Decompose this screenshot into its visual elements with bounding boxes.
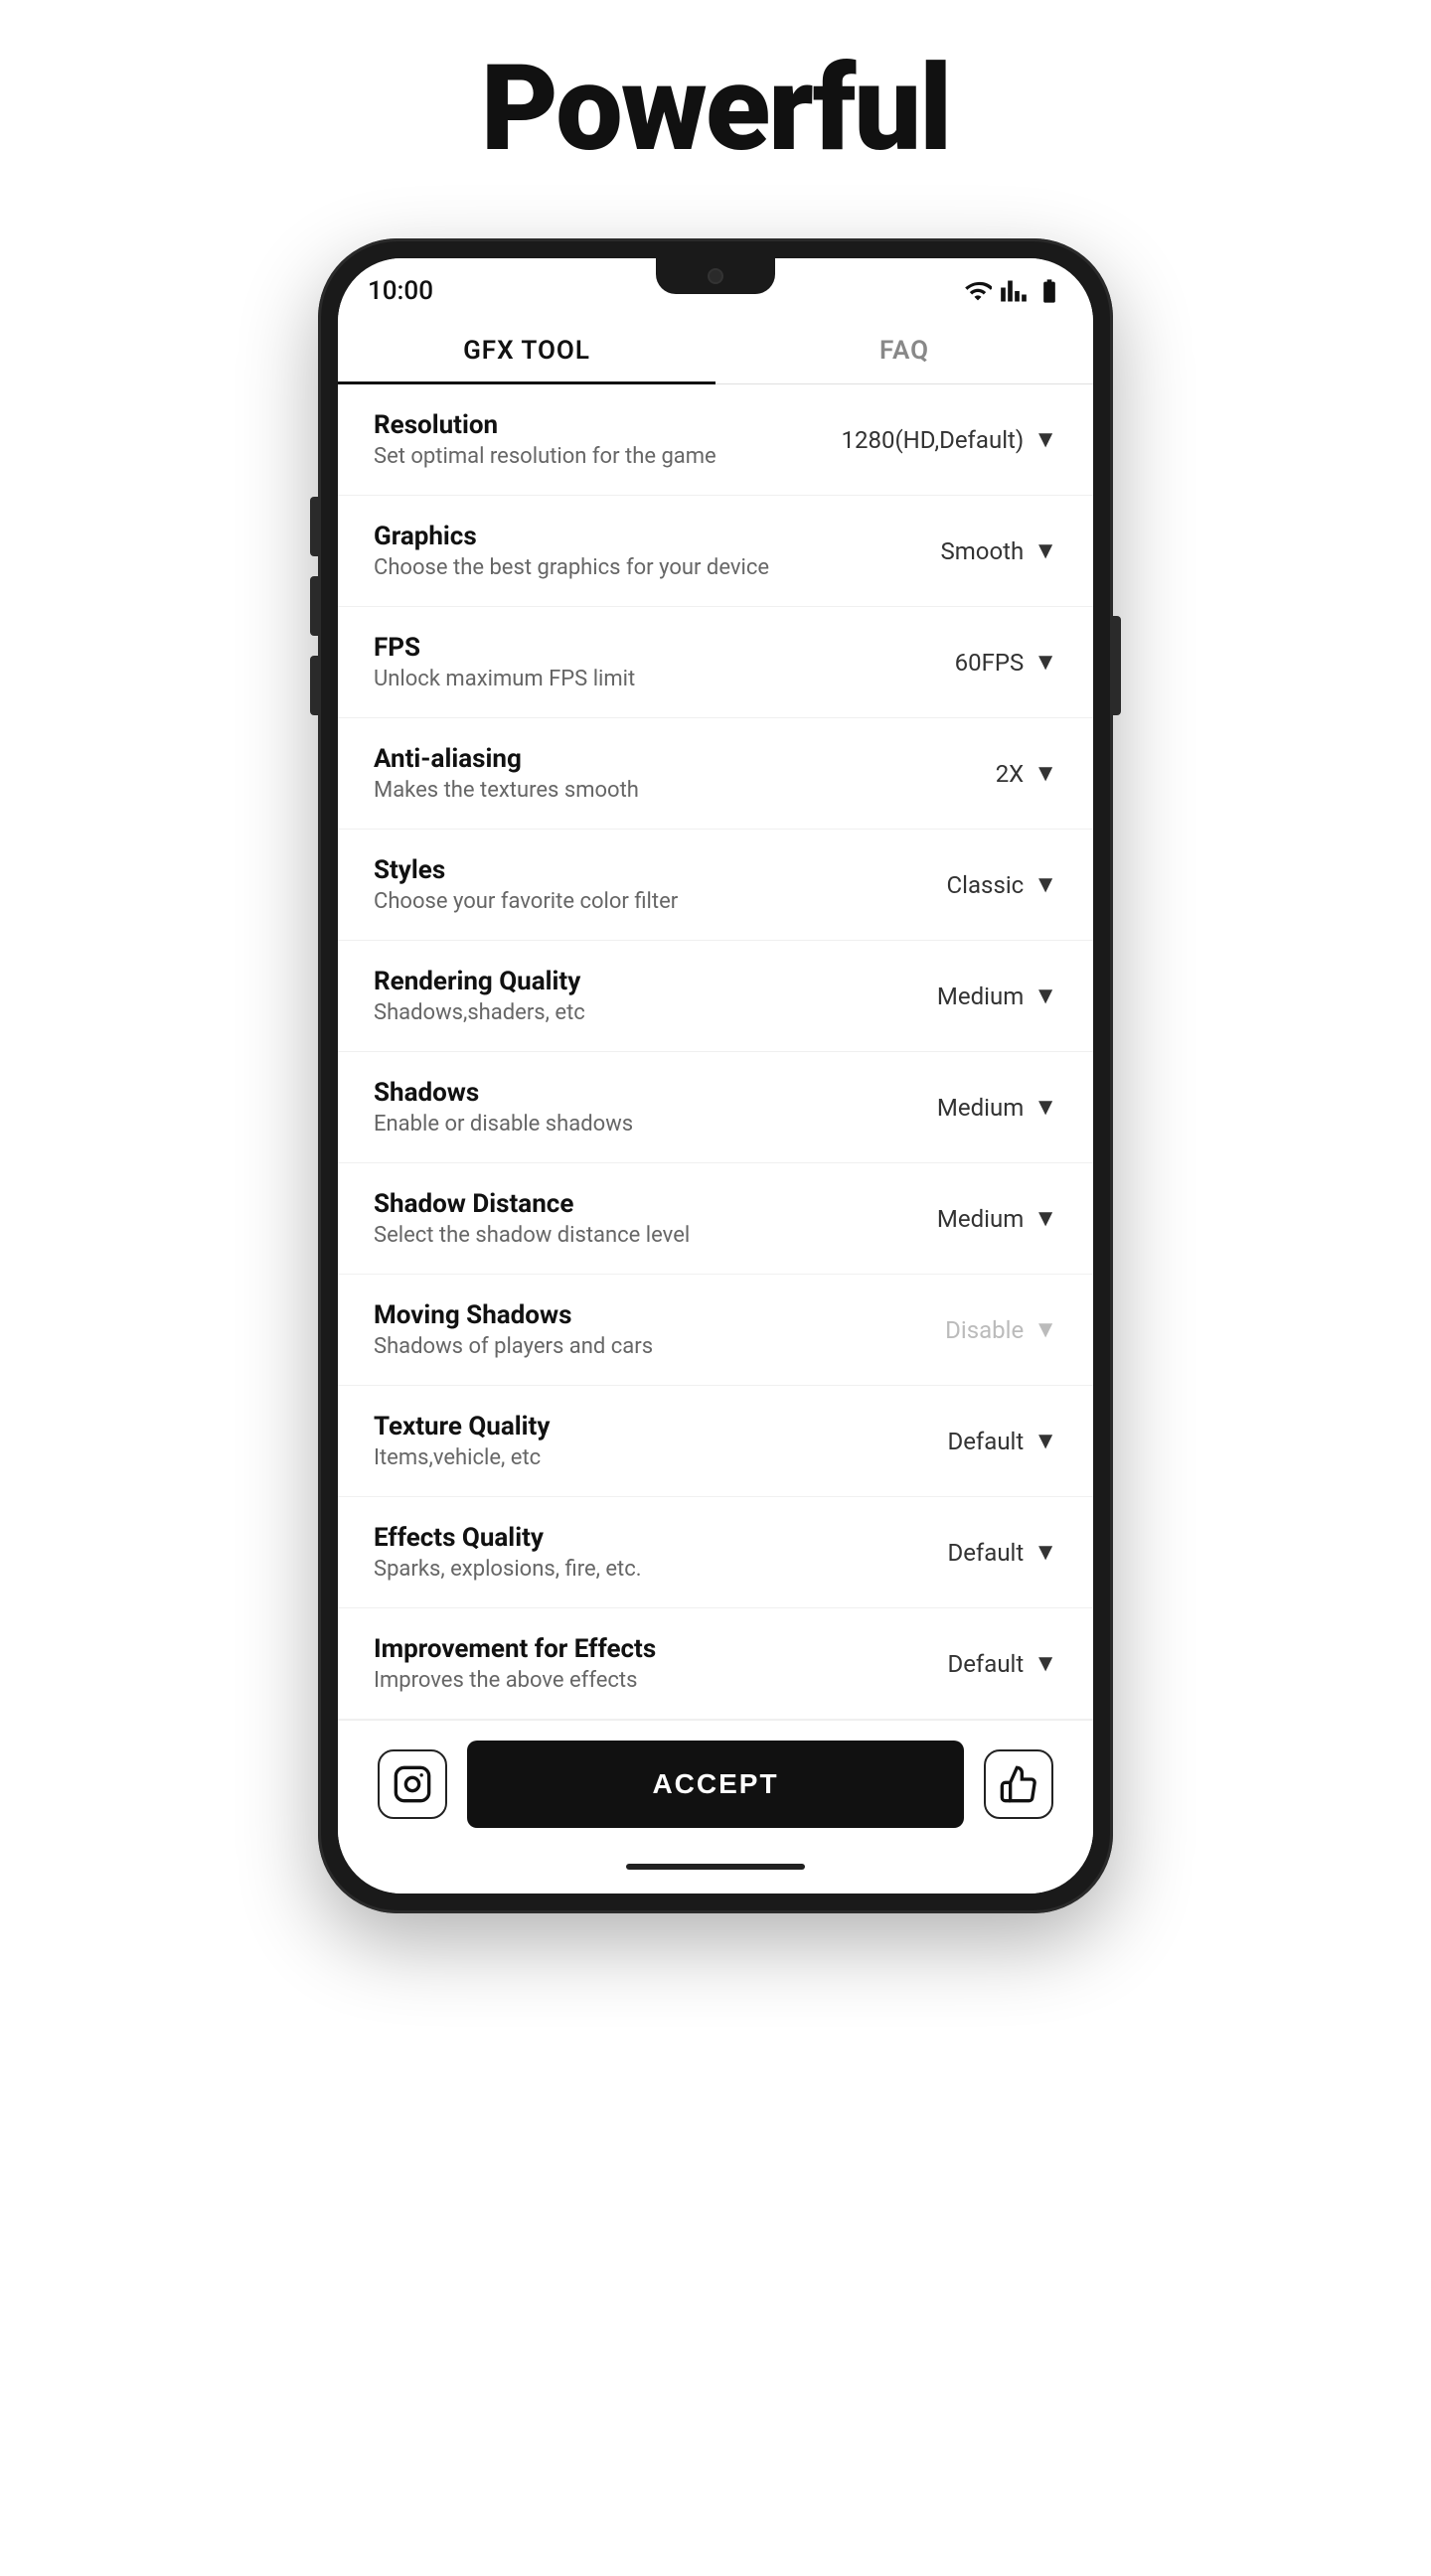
tabs: GFX TOOL FAQ xyxy=(338,314,1093,384)
setting-label-anti-aliasing: Anti-aliasing Makes the textures smooth xyxy=(374,744,859,803)
setting-value-anti-aliasing[interactable]: 2X ▼ xyxy=(859,759,1057,788)
setting-row-shadow-distance[interactable]: Shadow Distance Select the shadow distan… xyxy=(338,1163,1093,1275)
thumbsup-button[interactable] xyxy=(984,1749,1053,1819)
status-icons xyxy=(964,277,1063,305)
setting-row-graphics[interactable]: Graphics Choose the best graphics for yo… xyxy=(338,496,1093,607)
status-bar: 10:00 xyxy=(338,258,1093,314)
setting-value-rendering-quality[interactable]: Medium ▼ xyxy=(859,982,1057,1010)
accept-button[interactable]: ACCEPT xyxy=(467,1741,964,1828)
volume-down-button xyxy=(310,576,318,636)
setting-value-shadow-distance[interactable]: Medium ▼ xyxy=(859,1204,1057,1233)
tab-faq[interactable]: FAQ xyxy=(716,314,1093,383)
instagram-icon xyxy=(393,1764,432,1804)
dropdown-arrow-moving-shadows: ▼ xyxy=(1034,1315,1057,1344)
silent-button xyxy=(310,656,318,715)
volume-up-button xyxy=(310,497,318,556)
setting-label-effects-quality: Effects Quality Sparks, explosions, fire… xyxy=(374,1523,859,1582)
tab-gfx-tool[interactable]: GFX TOOL xyxy=(338,314,716,383)
setting-row-texture-quality[interactable]: Texture Quality Items,vehicle, etc Defau… xyxy=(338,1386,1093,1497)
dropdown-arrow-graphics: ▼ xyxy=(1034,536,1057,565)
setting-value-resolution[interactable]: 1280(HD,Default) ▼ xyxy=(842,425,1057,454)
status-time: 10:00 xyxy=(368,276,433,306)
bottom-bar: ACCEPT xyxy=(338,1720,1093,1848)
setting-value-shadows[interactable]: Medium ▼ xyxy=(859,1093,1057,1122)
setting-value-styles[interactable]: Classic ▼ xyxy=(859,870,1057,899)
setting-label-graphics: Graphics Choose the best graphics for yo… xyxy=(374,522,859,580)
setting-row-resolution[interactable]: Resolution Set optimal resolution for th… xyxy=(338,384,1093,496)
notch xyxy=(656,258,775,294)
setting-value-graphics[interactable]: Smooth ▼ xyxy=(859,536,1057,565)
dropdown-arrow-anti-aliasing: ▼ xyxy=(1034,759,1057,788)
phone-screen: 10:00 xyxy=(338,258,1093,1894)
setting-row-effects-quality[interactable]: Effects Quality Sparks, explosions, fire… xyxy=(338,1497,1093,1608)
dropdown-arrow-shadows: ▼ xyxy=(1034,1093,1057,1122)
dropdown-arrow-improvement-effects: ▼ xyxy=(1034,1649,1057,1678)
phone-frame: 10:00 xyxy=(318,238,1113,1913)
thumbsup-icon xyxy=(999,1764,1038,1804)
setting-row-anti-aliasing[interactable]: Anti-aliasing Makes the textures smooth … xyxy=(338,718,1093,830)
setting-label-styles: Styles Choose your favorite color filter xyxy=(374,855,859,914)
setting-row-fps[interactable]: FPS Unlock maximum FPS limit 60FPS ▼ xyxy=(338,607,1093,718)
home-bar xyxy=(626,1864,805,1870)
power-button xyxy=(1113,616,1121,715)
setting-row-rendering-quality[interactable]: Rendering Quality Shadows,shaders, etc M… xyxy=(338,941,1093,1052)
setting-row-improvement-effects[interactable]: Improvement for Effects Improves the abo… xyxy=(338,1608,1093,1720)
setting-row-shadows[interactable]: Shadows Enable or disable shadows Medium… xyxy=(338,1052,1093,1163)
home-indicator xyxy=(338,1848,1093,1894)
hero-title: Powerful xyxy=(481,40,950,179)
camera xyxy=(708,268,723,284)
dropdown-arrow-shadow-distance: ▼ xyxy=(1034,1204,1057,1233)
dropdown-arrow-effects-quality: ▼ xyxy=(1034,1538,1057,1567)
dropdown-arrow-texture-quality: ▼ xyxy=(1034,1427,1057,1455)
setting-label-shadows: Shadows Enable or disable shadows xyxy=(374,1078,859,1136)
setting-row-moving-shadows[interactable]: Moving Shadows Shadows of players and ca… xyxy=(338,1275,1093,1386)
setting-label-fps: FPS Unlock maximum FPS limit xyxy=(374,633,859,691)
battery-icon xyxy=(1035,277,1063,305)
setting-value-fps[interactable]: 60FPS ▼ xyxy=(859,648,1057,677)
setting-label-shadow-distance: Shadow Distance Select the shadow distan… xyxy=(374,1189,859,1248)
setting-label-moving-shadows: Moving Shadows Shadows of players and ca… xyxy=(374,1300,859,1359)
setting-value-effects-quality[interactable]: Default ▼ xyxy=(859,1538,1057,1567)
setting-value-improvement-effects[interactable]: Default ▼ xyxy=(859,1649,1057,1678)
setting-label-texture-quality: Texture Quality Items,vehicle, etc xyxy=(374,1412,859,1470)
setting-row-styles[interactable]: Styles Choose your favorite color filter… xyxy=(338,830,1093,941)
setting-value-moving-shadows[interactable]: Disable ▼ xyxy=(859,1315,1057,1344)
wifi-icon xyxy=(964,277,992,305)
setting-label-resolution: Resolution Set optimal resolution for th… xyxy=(374,410,842,469)
dropdown-arrow-fps: ▼ xyxy=(1034,648,1057,677)
setting-label-improvement-effects: Improvement for Effects Improves the abo… xyxy=(374,1634,859,1693)
dropdown-arrow-resolution: ▼ xyxy=(1034,425,1057,454)
settings-list: Resolution Set optimal resolution for th… xyxy=(338,384,1093,1720)
instagram-button[interactable] xyxy=(378,1749,447,1819)
signal-icon xyxy=(1000,277,1028,305)
dropdown-arrow-rendering-quality: ▼ xyxy=(1034,982,1057,1010)
setting-label-rendering-quality: Rendering Quality Shadows,shaders, etc xyxy=(374,967,859,1025)
setting-value-texture-quality[interactable]: Default ▼ xyxy=(859,1427,1057,1455)
dropdown-arrow-styles: ▼ xyxy=(1034,870,1057,899)
phone-wrapper: 10:00 xyxy=(318,238,1113,2424)
